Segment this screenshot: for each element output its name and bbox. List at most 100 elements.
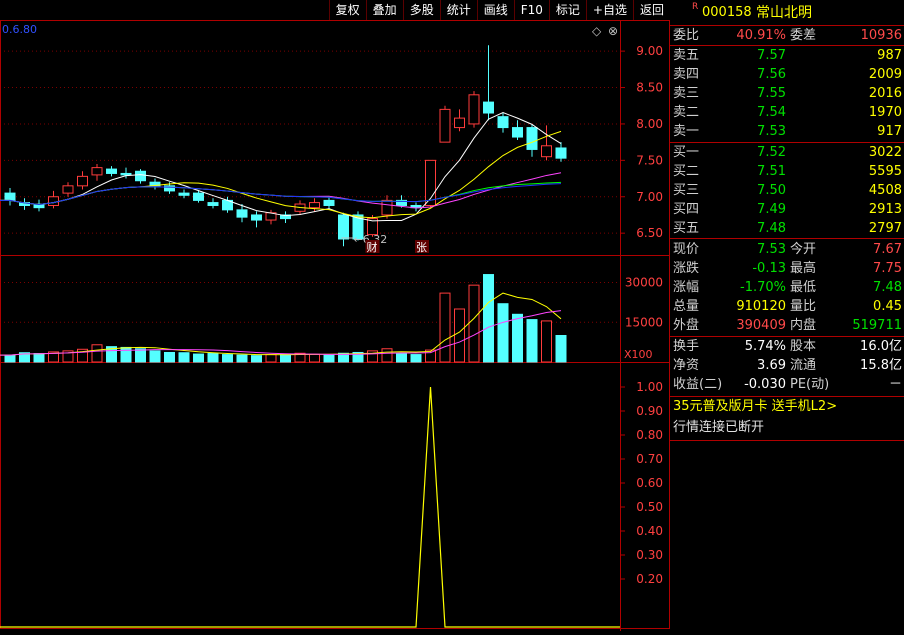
candle-body	[120, 172, 132, 176]
ma10-line	[0, 130, 562, 219]
volume-bar	[410, 354, 422, 363]
quote-value: 7.53	[757, 242, 786, 257]
bid-row: 买三 7.50 4508	[670, 181, 904, 200]
quote-value: 7.48	[873, 280, 902, 295]
ask-row: 卖二 7.54 1970	[670, 103, 904, 122]
quote-label: 涨跌	[673, 261, 700, 276]
candle-body	[381, 199, 393, 216]
price-tick-label: 9.00	[636, 44, 663, 58]
fund-value: 3.69	[757, 358, 786, 373]
candle-body	[106, 168, 117, 174]
candle-body	[483, 101, 494, 114]
ask-price: 7.55	[757, 86, 786, 101]
quote-label: 最低	[790, 280, 817, 295]
quote-label: 最高	[790, 261, 817, 276]
volume-bar	[323, 354, 335, 363]
candle-body	[454, 117, 465, 129]
bid-label: 买一	[673, 145, 700, 160]
quote-row: 涨跌 -0.13 最高 7.75	[670, 259, 904, 278]
toolbar-button[interactable]: 叠加	[365, 0, 403, 20]
ask-volume: 2009	[868, 67, 902, 82]
stock-title: R 000158 常山北明	[670, 2, 904, 24]
volume-bar	[222, 354, 233, 363]
volume-bar	[526, 319, 538, 363]
weibi-value: 40.91%	[736, 28, 786, 43]
quote-value: 0.45	[873, 299, 902, 314]
ask-label: 卖三	[673, 86, 700, 101]
chart-area[interactable]: 0.6.80 ◇ ⊗ 9.00 8.50 8.00 7.50 7.00 6.50 ←6.32 财张 3…	[0, 0, 670, 631]
quote-row: 外盘 390409 内盘 519711	[670, 316, 904, 335]
candle-body	[135, 170, 146, 182]
toolbar-button[interactable]: +自选	[585, 0, 633, 20]
indicator-tick-label: 0.80	[636, 428, 663, 442]
toolbar-button[interactable]: 统计	[439, 0, 477, 20]
bid-volume: 5595	[868, 164, 902, 179]
ask-volume: 1970	[868, 105, 902, 120]
indicator-tick-label: 0.40	[636, 524, 663, 538]
candle-body	[338, 214, 349, 240]
bid-row: 买四 7.49 2913	[670, 200, 904, 219]
stock-code: 000158	[702, 5, 752, 20]
ask-price: 7.54	[757, 105, 786, 120]
candle-body	[309, 202, 320, 209]
candle-body	[236, 209, 248, 218]
candle-body	[178, 192, 190, 196]
kline-chart[interactable]: 0.6.80 ◇ ⊗9.008.508.007.507.006.50←6.32财 张3…	[0, 0, 670, 631]
quote-value: -0.13	[752, 261, 786, 276]
indicator-line	[0, 386, 620, 628]
ask-volume: 917	[877, 124, 902, 139]
toolbar-button[interactable]: 标记	[548, 0, 586, 20]
promo-link[interactable]: 35元普及版月卡 送手机L2>	[670, 397, 904, 416]
fund-label: 股本	[790, 339, 817, 354]
bid-row: 买一 7.52 3022	[670, 143, 904, 162]
ask-volume: 987	[877, 48, 902, 63]
connection-status: 行情连接已断开	[673, 420, 765, 435]
candle-body	[62, 185, 74, 194]
bid-label: 买四	[673, 202, 700, 217]
volume-unit: X100	[624, 348, 653, 361]
candle-body	[77, 175, 88, 187]
volume-bar	[555, 335, 567, 363]
bid-volume: 2913	[868, 202, 902, 217]
bid-volume: 4508	[868, 183, 902, 198]
toolbar-button[interactable]: 复权	[328, 0, 366, 20]
indicator-tick-label: 0.90	[636, 404, 663, 418]
candle-body	[193, 192, 204, 201]
toolbar-button[interactable]: 多股	[402, 0, 440, 20]
ask-volume: 2016	[868, 86, 902, 101]
quote-value: -1.70%	[740, 280, 786, 295]
bid-price: 7.49	[757, 202, 786, 217]
bid-volume: 3022	[868, 145, 902, 160]
volume-bar	[149, 350, 161, 363]
volume-bar	[439, 292, 451, 363]
candle-body	[497, 116, 509, 129]
ask-price: 7.56	[757, 67, 786, 82]
diamond-icon: ◇	[592, 24, 602, 38]
quote-value: 7.67	[873, 242, 902, 257]
volume-bar	[483, 274, 494, 363]
toolbar-button[interactable]: 画线	[476, 0, 514, 20]
ask-label: 卖一	[673, 124, 700, 139]
ask-price: 7.57	[757, 48, 786, 63]
quote-label: 现价	[673, 242, 700, 257]
volume-bar	[91, 344, 103, 363]
volume-bar	[164, 351, 175, 363]
quote-label: 总量	[673, 299, 700, 314]
volume-bar	[381, 348, 393, 363]
volume-bar	[33, 353, 45, 363]
fund-value: 15.8亿	[860, 358, 902, 373]
fund-value: -0.030	[744, 377, 786, 392]
event-tag: 张	[416, 241, 427, 254]
bid-label: 买二	[673, 164, 700, 179]
quote-value: 390409	[736, 318, 786, 333]
toolbar-button[interactable]: F10	[513, 0, 549, 20]
fund-value: 16.0亿	[860, 339, 902, 354]
candle-body	[468, 94, 480, 125]
candle-body	[526, 127, 538, 150]
quote-label: 今开	[790, 242, 817, 257]
bid-label: 买三	[673, 183, 700, 198]
toolbar-button[interactable]: 返回	[632, 0, 670, 20]
divider	[670, 238, 904, 239]
stock-name: 常山北明	[756, 5, 812, 21]
bid-price: 7.48	[757, 221, 786, 236]
